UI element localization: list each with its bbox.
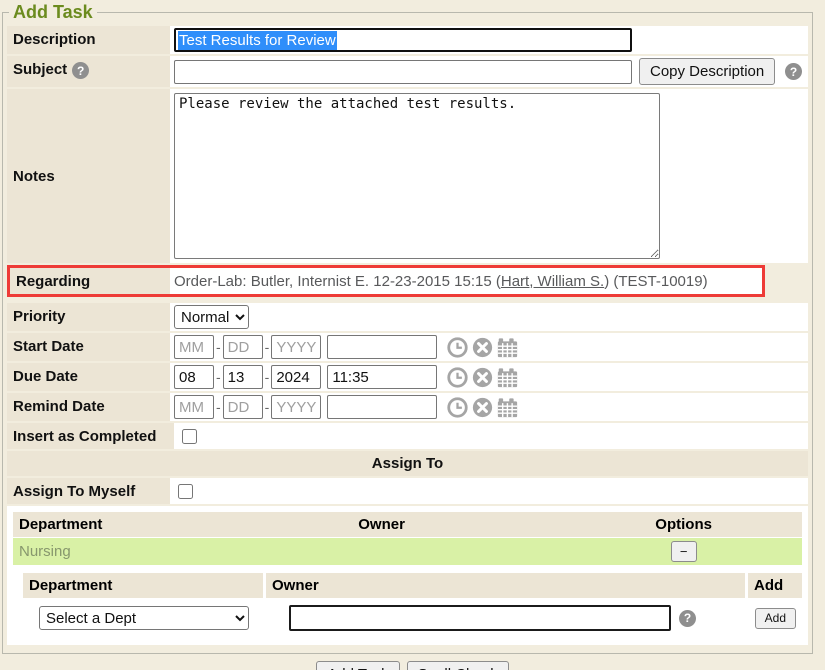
remind-date-day-input[interactable] — [223, 395, 263, 419]
start-date-time-input[interactable] — [327, 335, 437, 359]
owner-input[interactable] — [289, 605, 671, 631]
add-assignment-table: Department Owner Add Select a Dept ? Add — [23, 573, 802, 635]
assign-to-section-header: Assign To — [7, 451, 808, 476]
calendar-icon[interactable] — [497, 337, 518, 358]
date-separator: - — [216, 369, 221, 385]
notes-row: Notes Please review the attached test re… — [7, 89, 808, 263]
add-header-owner: Owner — [266, 573, 745, 598]
start-date-year-input[interactable] — [271, 335, 321, 359]
copy-description-button[interactable]: Copy Description — [639, 58, 775, 85]
owner-help-icon[interactable]: ? — [679, 610, 696, 627]
regarding-row: Regarding Order-Lab: Butler, Internist E… — [7, 265, 765, 297]
regarding-prefix: Order-Lab: Butler, Internist E. 12-23-20… — [174, 273, 501, 290]
assign-to-myself-row: Assign To Myself — [7, 478, 808, 504]
due-date-month-input[interactable] — [174, 365, 214, 389]
insert-completed-row: Insert as Completed — [7, 423, 808, 449]
priority-select[interactable]: Normal — [174, 305, 249, 329]
notes-label: Notes — [7, 89, 170, 263]
add-assignment-button[interactable]: Add — [755, 608, 796, 629]
regarding-patient-link[interactable]: Hart, William S. — [501, 273, 604, 290]
subject-label: Subject — [13, 61, 67, 78]
subject-input[interactable] — [174, 60, 632, 84]
description-label: Description — [7, 26, 170, 54]
assign-to-myself-label: Assign To Myself — [7, 478, 170, 504]
calendar-icon[interactable] — [497, 397, 518, 418]
add-task-form: Add Task Description Test Results for Re… — [2, 2, 813, 654]
description-value: Test Results for Review — [178, 31, 337, 50]
clear-date-icon[interactable] — [472, 337, 493, 358]
department-select[interactable]: Select a Dept — [39, 606, 249, 630]
subject-row: Subject ? Copy Description ? — [7, 56, 808, 87]
form-actions: Add Task Spell Check — [0, 661, 825, 670]
clear-date-icon[interactable] — [472, 397, 493, 418]
start-date-row: Start Date - - — [7, 333, 808, 361]
assigned-departments-table: Department Owner Options Nursing − — [13, 512, 802, 565]
date-separator: - — [265, 369, 270, 385]
due-date-label: Due Date — [7, 363, 170, 391]
assignment-tables: Department Owner Options Nursing − Depar… — [7, 506, 808, 645]
remind-date-year-input[interactable] — [271, 395, 321, 419]
remind-date-time-input[interactable] — [327, 395, 437, 419]
remove-assignment-button[interactable]: − — [671, 541, 697, 562]
remind-date-month-input[interactable] — [174, 395, 214, 419]
start-date-month-input[interactable] — [174, 335, 214, 359]
assigned-table-row: Nursing − — [13, 538, 802, 565]
assigned-header-department: Department — [13, 512, 352, 537]
calendar-icon[interactable] — [497, 367, 518, 388]
due-date-icons — [447, 367, 518, 388]
remind-date-icons — [447, 397, 518, 418]
assign-to-myself-checkbox[interactable] — [178, 484, 193, 499]
add-header-department: Department — [23, 573, 263, 598]
start-date-icons — [447, 337, 518, 358]
due-date-day-input[interactable] — [223, 365, 263, 389]
notes-textarea[interactable]: Please review the attached test results. — [174, 93, 660, 259]
clock-icon[interactable] — [447, 397, 468, 418]
clock-icon[interactable] — [447, 337, 468, 358]
priority-label: Priority — [7, 303, 170, 331]
clock-icon[interactable] — [447, 367, 468, 388]
add-task-button[interactable]: Add Task — [316, 661, 399, 670]
spell-check-button[interactable]: Spell Check — [407, 661, 509, 670]
start-date-day-input[interactable] — [223, 335, 263, 359]
due-date-row: Due Date - - — [7, 363, 808, 391]
regarding-label: Regarding — [10, 268, 170, 294]
date-separator: - — [265, 339, 270, 355]
insert-completed-checkbox[interactable] — [182, 429, 197, 444]
copy-description-help-icon[interactable]: ? — [785, 63, 802, 80]
date-separator: - — [216, 399, 221, 415]
date-separator: - — [265, 399, 270, 415]
add-table-header: Department Owner Add — [23, 573, 802, 598]
insert-completed-label: Insert as Completed — [7, 423, 174, 449]
assigned-header-options: Options — [565, 512, 802, 537]
regarding-suffix: ) (TEST-10019) — [604, 273, 707, 290]
due-date-year-input[interactable] — [271, 365, 321, 389]
description-row: Description Test Results for Review — [7, 26, 808, 54]
remind-date-row: Remind Date - - — [7, 393, 808, 421]
start-date-label: Start Date — [7, 333, 170, 361]
priority-row: Priority Normal — [7, 303, 808, 331]
date-separator: - — [216, 339, 221, 355]
remind-date-label: Remind Date — [7, 393, 170, 421]
description-input[interactable]: Test Results for Review — [174, 28, 632, 52]
assigned-department-name: Nursing — [13, 540, 352, 563]
assigned-owner-value — [352, 549, 565, 555]
assigned-table-header: Department Owner Options — [13, 512, 802, 537]
regarding-value: Order-Lab: Butler, Internist E. 12-23-20… — [174, 273, 708, 290]
form-title: Add Task — [9, 2, 97, 23]
add-header-add: Add — [748, 573, 802, 598]
clear-date-icon[interactable] — [472, 367, 493, 388]
add-table-row: Select a Dept ? Add — [23, 598, 802, 635]
assigned-header-owner: Owner — [352, 512, 565, 537]
subject-help-icon[interactable]: ? — [72, 62, 89, 79]
due-date-time-input[interactable] — [327, 365, 437, 389]
